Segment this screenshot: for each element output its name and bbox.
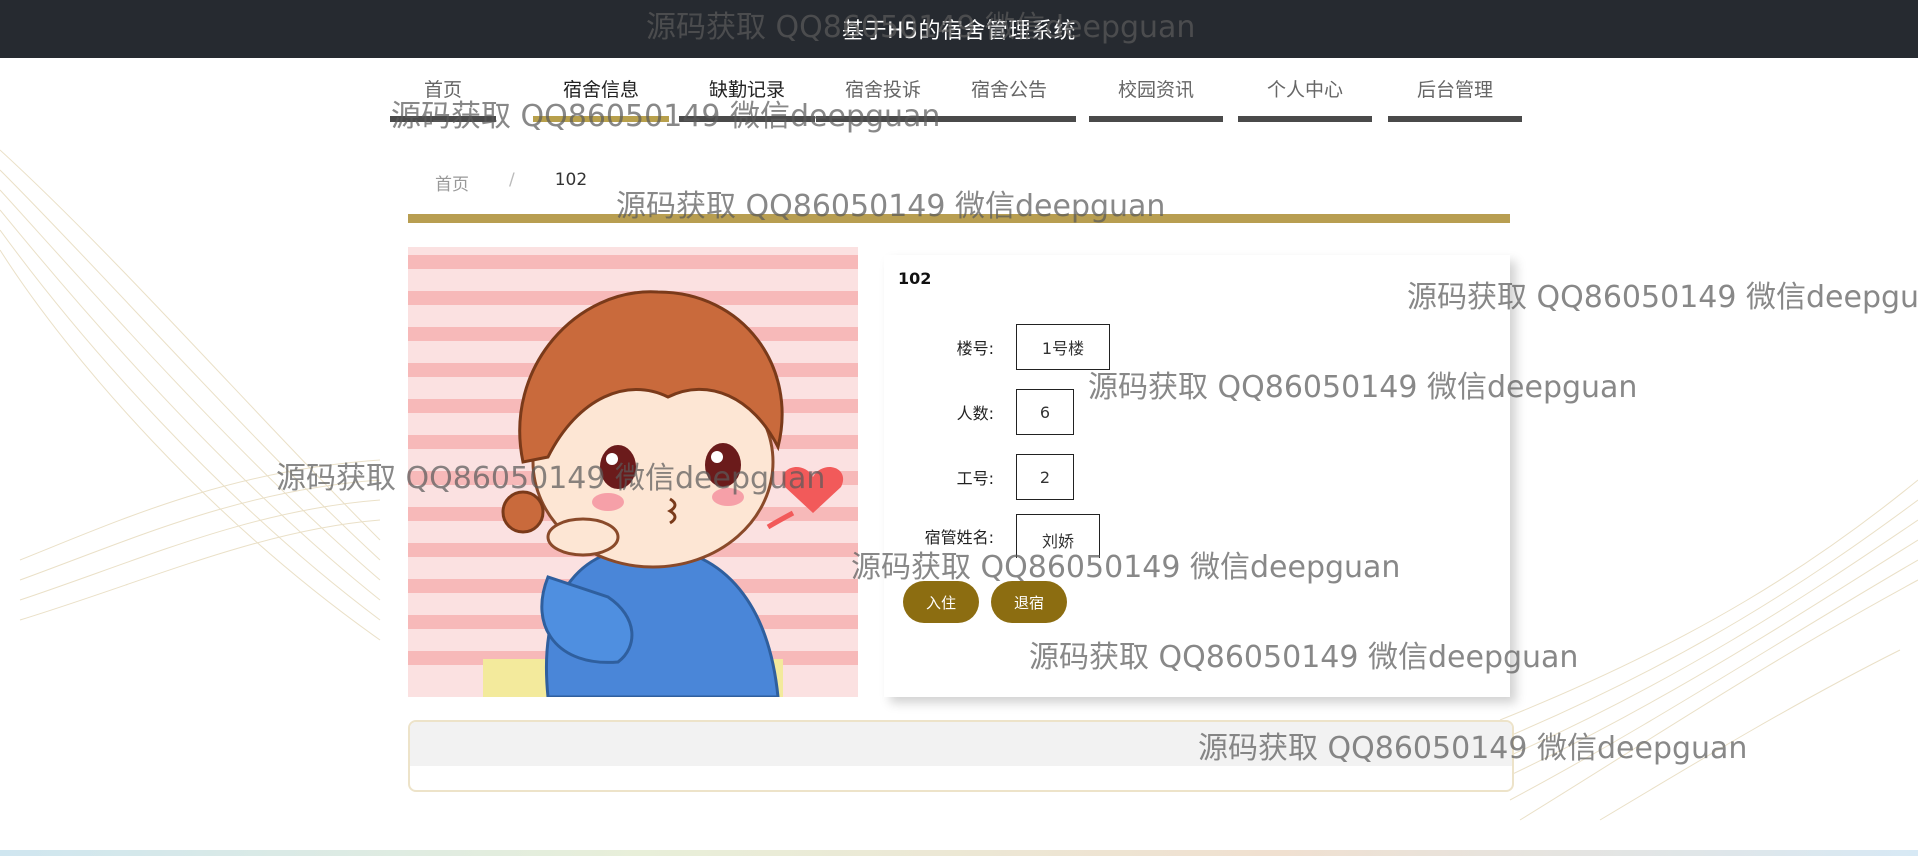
- nav-item-label: 个人中心: [1266, 79, 1343, 101]
- comment-section: [408, 720, 1514, 792]
- breadcrumb-separator: /: [509, 170, 515, 190]
- site-title: 基于H5的宿舍管理系统: [841, 19, 1077, 44]
- comment-section-header: [410, 722, 1512, 766]
- field-value-staff-id: 2: [1016, 454, 1074, 500]
- dorm-image: [408, 247, 858, 697]
- nav-item-announcements[interactable]: 宿舍公告: [942, 68, 1076, 122]
- nav-item-label: 首页: [423, 79, 462, 101]
- nav-item-label: 宿舍投诉: [844, 79, 921, 101]
- nav-item-underline: [679, 116, 815, 122]
- checkout-button[interactable]: 退宿: [991, 581, 1067, 623]
- nav-item-label: 宿舍公告: [970, 79, 1047, 101]
- nav-item-campus-news[interactable]: 校园资讯: [1089, 68, 1223, 122]
- section-divider: [408, 214, 1510, 223]
- field-value-building: 1号楼: [1016, 324, 1110, 370]
- nav-item-underline: [1388, 116, 1522, 122]
- nav-item-label: 缺勤记录: [708, 79, 785, 101]
- nav-item-underline: [1238, 116, 1372, 122]
- field-manager-name: 宿管姓名: 刘娇: [884, 514, 1100, 558]
- nav-item-admin[interactable]: 后台管理: [1388, 68, 1522, 122]
- field-label-building: 楼号:: [956, 339, 994, 358]
- top-header-bar: 基于H5的宿舍管理系统: [0, 0, 1918, 58]
- nav-item-underline: [942, 116, 1076, 122]
- field-occupancy: 人数: 6: [884, 386, 1074, 438]
- breadcrumb-home-link[interactable]: 首页: [435, 170, 469, 195]
- nav-item-dorm-info[interactable]: 宿舍信息: [533, 68, 669, 122]
- nav-item-home[interactable]: 首页: [390, 68, 496, 122]
- breadcrumb-current: 102: [554, 170, 588, 190]
- field-label-staff-id: 工号:: [956, 469, 994, 488]
- dorm-number-title: 102: [898, 269, 932, 288]
- field-value-occupancy: 6: [1016, 389, 1074, 435]
- breadcrumb: 首页 / 102: [435, 170, 587, 195]
- nav-item-profile[interactable]: 个人中心: [1238, 68, 1372, 122]
- cartoon-boy-illustration: [408, 247, 858, 697]
- nav-item-complaints[interactable]: 宿舍投诉: [816, 68, 950, 122]
- nav-item-label: 后台管理: [1416, 79, 1493, 101]
- field-value-manager-name: 刘娇: [1016, 514, 1100, 558]
- field-building: 楼号: 1号楼: [884, 321, 1110, 373]
- field-label-occupancy: 人数:: [956, 404, 994, 423]
- nav-item-underline: [533, 116, 669, 122]
- dorm-detail-card: 102 楼号: 1号楼 人数: 6 工号: 2 宿管姓名: 刘娇 入住 退宿: [884, 255, 1510, 697]
- nav-item-underline: [1089, 116, 1223, 122]
- checkin-button[interactable]: 入住: [903, 581, 979, 623]
- nav-item-label: 宿舍信息: [562, 79, 639, 101]
- field-label-manager-name: 宿管姓名:: [924, 528, 994, 547]
- footer-strip: [0, 850, 1918, 856]
- field-staff-id: 工号: 2: [884, 451, 1074, 503]
- nav-item-absence-records[interactable]: 缺勤记录: [679, 68, 815, 122]
- nav-item-underline: [816, 116, 950, 122]
- nav-item-label: 校园资讯: [1117, 79, 1194, 101]
- nav-item-underline: [390, 116, 496, 122]
